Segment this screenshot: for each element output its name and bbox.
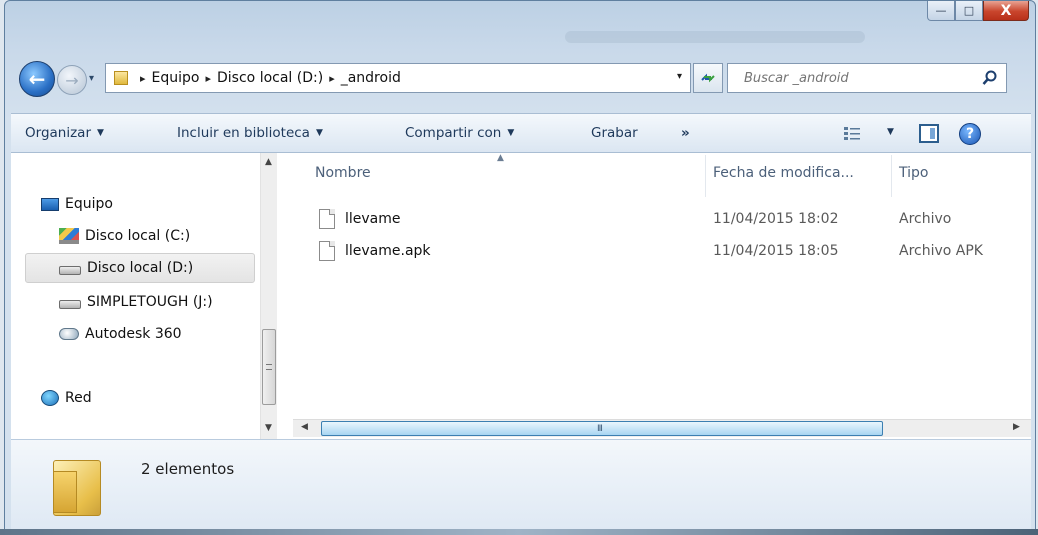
nav-item-label: Autodesk 360: [85, 326, 182, 342]
title-bar: — □ X: [5, 1, 1035, 53]
breadcrumb-disco-d[interactable]: Disco local (D:): [217, 70, 323, 86]
nav-item-equipo[interactable]: Equipo: [41, 189, 113, 219]
content-area: Equipo Disco local (C:) Disco local (D:)…: [11, 153, 1031, 439]
address-row: ← → ▾ ▸ Equipo ▸ Disco local (D:) ▸ _and…: [5, 59, 1035, 99]
scroll-thumb[interactable]: III: [321, 421, 883, 436]
file-date: 11/04/2015 18:05: [713, 243, 839, 259]
sort-ascending-icon: ▲: [497, 153, 504, 163]
maximize-button[interactable]: □: [955, 1, 983, 21]
back-button[interactable]: ←: [19, 61, 55, 97]
scroll-grip: [266, 364, 272, 370]
scroll-thumb[interactable]: [262, 329, 276, 405]
chevron-down-icon: ▼: [507, 128, 515, 138]
folder-icon: [53, 460, 101, 516]
navigation-vertical-scrollbar[interactable]: ▲ ▼: [260, 153, 277, 439]
column-header-name[interactable]: Nombre: [315, 165, 371, 181]
computer-icon: [41, 197, 59, 211]
preview-pane-icon[interactable]: [919, 124, 939, 143]
column-header-type[interactable]: Tipo: [899, 165, 928, 181]
include-library-menu[interactable]: Incluir en biblioteca ▼: [177, 125, 323, 141]
column-divider[interactable]: [891, 155, 892, 197]
command-bar: Organizar ▼ Incluir en biblioteca ▼ Compar…: [11, 113, 1031, 153]
file-type: Archivo APK: [899, 243, 983, 259]
navigation-pane: Equipo Disco local (C:) Disco local (D:)…: [11, 153, 277, 439]
system-drive-icon: [59, 228, 79, 244]
taskbar-edge: [0, 529, 1038, 535]
item-count: 2 elementos: [141, 460, 235, 478]
scroll-grip: III: [597, 424, 603, 434]
view-options-dropdown[interactable]: ▼: [887, 127, 894, 137]
nav-item-label: SIMPLETOUGH (J:): [87, 294, 213, 310]
forward-button[interactable]: →: [57, 65, 87, 95]
nav-item-disco-d[interactable]: Disco local (D:): [25, 253, 255, 283]
breadcrumb-separator[interactable]: ▸: [205, 72, 211, 85]
folder-icon: [114, 71, 128, 85]
file-name: llevame.apk: [345, 243, 431, 259]
forward-arrow-icon: →: [65, 70, 79, 90]
breadcrumb-separator[interactable]: ▸: [329, 72, 335, 85]
more-commands-button[interactable]: »: [681, 125, 690, 141]
scroll-up-arrow-icon[interactable]: ▲: [265, 157, 272, 167]
file-icon: [319, 209, 335, 229]
file-date: 11/04/2015 18:02: [713, 211, 839, 227]
refresh-button[interactable]: [693, 63, 723, 93]
file-type: Archivo: [899, 211, 952, 227]
address-bar[interactable]: ▸ Equipo ▸ Disco local (D:) ▸ _android ▾: [105, 63, 691, 93]
address-dropdown-icon[interactable]: ▾: [677, 71, 682, 82]
file-row[interactable]: llevame 11/04/2015 18:02 Archivo: [277, 207, 1031, 233]
nav-item-disco-c[interactable]: Disco local (C:): [59, 221, 190, 251]
breadcrumb-android[interactable]: _android: [341, 70, 401, 86]
share-with-menu[interactable]: Compartir con ▼: [405, 125, 514, 141]
change-view-icon[interactable]: [843, 126, 861, 142]
nav-item-red[interactable]: Red: [41, 383, 92, 413]
recent-locations-button[interactable]: ▾: [89, 73, 94, 84]
breadcrumb-separator[interactable]: ▸: [140, 72, 146, 85]
scroll-down-arrow-icon[interactable]: ▼: [265, 423, 272, 433]
share-with-label: Compartir con: [405, 125, 502, 141]
refresh-icon: [701, 73, 715, 83]
column-header-date[interactable]: Fecha de modifica...: [713, 165, 854, 181]
nav-item-label: Disco local (C:): [85, 228, 191, 244]
nav-item-autodesk-360[interactable]: Autodesk 360: [59, 319, 182, 349]
scroll-right-arrow-icon[interactable]: ▶: [1013, 422, 1020, 432]
file-row[interactable]: llevame.apk 11/04/2015 18:05 Archivo APK: [277, 239, 1031, 265]
file-icon: [319, 241, 335, 261]
horizontal-scrollbar[interactable]: ◀ III ▶: [293, 419, 1031, 437]
details-pane: 2 elementos: [11, 439, 1031, 529]
drive-icon: [59, 266, 81, 275]
drive-icon: [59, 300, 81, 309]
breadcrumb-equipo[interactable]: Equipo: [152, 70, 200, 86]
close-button[interactable]: X: [983, 1, 1029, 21]
scroll-left-arrow-icon[interactable]: ◀: [301, 422, 308, 432]
cloud-icon: [59, 328, 79, 340]
column-divider[interactable]: [705, 155, 706, 197]
search-input[interactable]: [744, 65, 984, 91]
file-list-pane: ▲ Nombre Fecha de modifica... Tipo lleva…: [277, 153, 1031, 439]
burn-button[interactable]: Grabar: [591, 125, 638, 141]
nav-item-label: Disco local (D:): [87, 260, 194, 276]
include-library-label: Incluir en biblioteca: [177, 125, 310, 141]
organize-label: Organizar: [25, 125, 91, 141]
nav-item-label: Equipo: [65, 196, 113, 212]
network-icon: [41, 390, 59, 406]
title-bar-background: [565, 31, 865, 43]
help-icon[interactable]: ?: [959, 123, 981, 145]
nav-item-simpletough[interactable]: SIMPLETOUGH (J:): [59, 287, 213, 317]
minimize-button[interactable]: —: [927, 1, 955, 21]
chevron-down-icon: ▼: [315, 128, 323, 138]
organize-menu[interactable]: Organizar ▼: [25, 125, 104, 141]
file-name: llevame: [345, 211, 401, 227]
chevron-down-icon: ▼: [97, 128, 104, 138]
nav-item-label: Red: [65, 390, 92, 406]
caption-buttons: — □ X: [927, 1, 1029, 21]
search-icon[interactable]: [982, 70, 998, 86]
search-box[interactable]: [727, 63, 1007, 93]
back-arrow-icon: ←: [28, 67, 46, 91]
explorer-window: — □ X ← → ▾ ▸ Equipo ▸ Disco local (D:) …: [4, 0, 1036, 533]
